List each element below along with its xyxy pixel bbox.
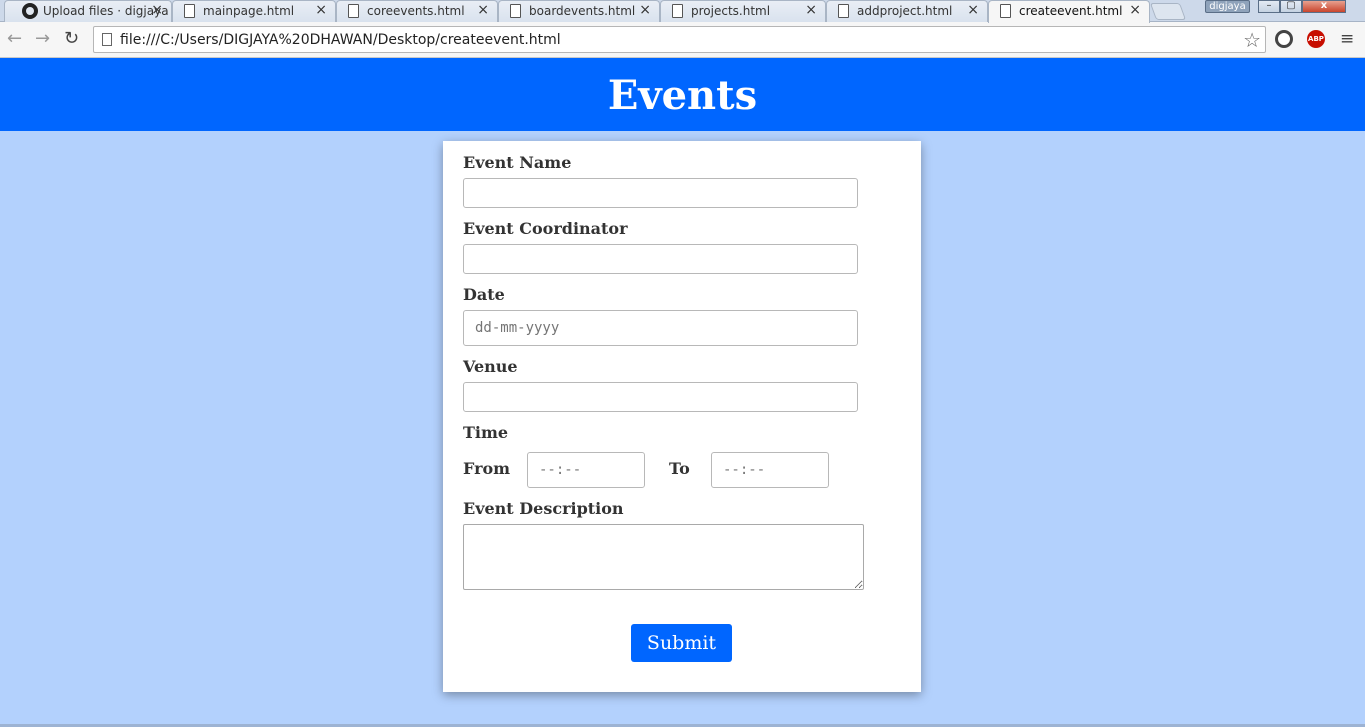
page-icon bbox=[672, 4, 683, 18]
tab-label: Upload files · digjaya bbox=[43, 4, 169, 18]
browser-toolbar: ← → ↻ file:///C:/Users/DIGJAYA%20DHAWAN/… bbox=[0, 22, 1365, 58]
close-icon[interactable]: × bbox=[967, 2, 979, 18]
browser-tab-strip: Upload files · digjaya × mainpage.html ×… bbox=[0, 0, 1365, 23]
venue-input[interactable] bbox=[463, 382, 858, 412]
to-label: To bbox=[669, 459, 690, 478]
tab-mainpage[interactable]: mainpage.html × bbox=[172, 0, 336, 22]
menu-icon[interactable]: ≡ bbox=[1340, 29, 1354, 49]
page-icon bbox=[838, 4, 849, 18]
close-icon[interactable]: × bbox=[477, 2, 489, 18]
page-icon bbox=[1000, 4, 1011, 18]
new-tab-button[interactable] bbox=[1149, 3, 1187, 20]
event-description-textarea[interactable] bbox=[463, 524, 864, 590]
restore-button[interactable]: ▢ bbox=[1280, 0, 1302, 13]
page-icon bbox=[102, 33, 112, 46]
minimize-button[interactable]: – bbox=[1258, 0, 1280, 13]
page-title: Events bbox=[607, 72, 758, 119]
back-icon[interactable]: ← bbox=[7, 28, 22, 49]
event-coordinator-label: Event Coordinator bbox=[463, 219, 628, 238]
reload-icon[interactable]: ↻ bbox=[64, 28, 79, 49]
close-icon[interactable]: × bbox=[1129, 2, 1141, 18]
time-label: Time bbox=[463, 423, 509, 442]
github-icon bbox=[22, 3, 38, 19]
tab-projects[interactable]: projects.html × bbox=[660, 0, 826, 22]
event-form-card: Event Name Event Coordinator Date Venue … bbox=[443, 141, 921, 692]
page-icon bbox=[510, 4, 521, 18]
page-icon bbox=[348, 4, 359, 18]
event-coordinator-input[interactable] bbox=[463, 244, 858, 274]
bookmark-star-icon[interactable]: ☆ bbox=[1243, 28, 1261, 52]
forward-icon[interactable]: → bbox=[35, 28, 50, 49]
venue-label: Venue bbox=[463, 357, 518, 376]
close-icon[interactable]: × bbox=[805, 2, 817, 18]
time-to-input[interactable] bbox=[711, 452, 829, 488]
window-controls: – ▢ x bbox=[1258, 0, 1346, 13]
address-bar[interactable]: file:///C:/Users/DIGJAYA%20DHAWAN/Deskto… bbox=[93, 26, 1266, 53]
date-input[interactable] bbox=[463, 310, 858, 346]
ghostery-extension-icon[interactable] bbox=[1275, 30, 1293, 48]
tab-upload-files[interactable]: Upload files · digjaya × bbox=[4, 0, 172, 22]
page-header: Events bbox=[0, 58, 1365, 131]
tab-addproject[interactable]: addproject.html × bbox=[826, 0, 988, 22]
event-name-label: Event Name bbox=[463, 153, 572, 172]
tab-coreevents[interactable]: coreevents.html × bbox=[336, 0, 498, 22]
submit-button[interactable]: Submit bbox=[631, 624, 732, 662]
event-name-input[interactable] bbox=[463, 178, 858, 208]
url-text[interactable]: file:///C:/Users/DIGJAYA%20DHAWAN/Deskto… bbox=[120, 32, 561, 48]
close-icon[interactable]: × bbox=[639, 2, 651, 18]
page-icon bbox=[184, 4, 195, 18]
tab-label: addproject.html bbox=[857, 4, 953, 18]
tab-createevent[interactable]: createevent.html × bbox=[988, 0, 1150, 23]
close-icon[interactable]: × bbox=[151, 2, 163, 18]
date-label: Date bbox=[463, 285, 505, 304]
tab-label: mainpage.html bbox=[203, 4, 295, 18]
profile-button[interactable]: digjaya bbox=[1205, 0, 1250, 13]
from-label: From bbox=[463, 459, 511, 478]
tab-label: coreevents.html bbox=[367, 4, 465, 18]
tab-label: boardevents.html bbox=[529, 4, 636, 18]
close-icon[interactable]: × bbox=[315, 2, 327, 18]
tab-boardevents[interactable]: boardevents.html × bbox=[498, 0, 660, 22]
time-from-input[interactable] bbox=[527, 452, 645, 488]
event-description-label: Event Description bbox=[463, 499, 624, 518]
tab-label: createevent.html bbox=[1019, 4, 1123, 18]
window-close-button[interactable]: x bbox=[1302, 0, 1346, 13]
tab-label: projects.html bbox=[691, 4, 771, 18]
adblock-extension-icon[interactable]: ABP bbox=[1307, 30, 1325, 48]
